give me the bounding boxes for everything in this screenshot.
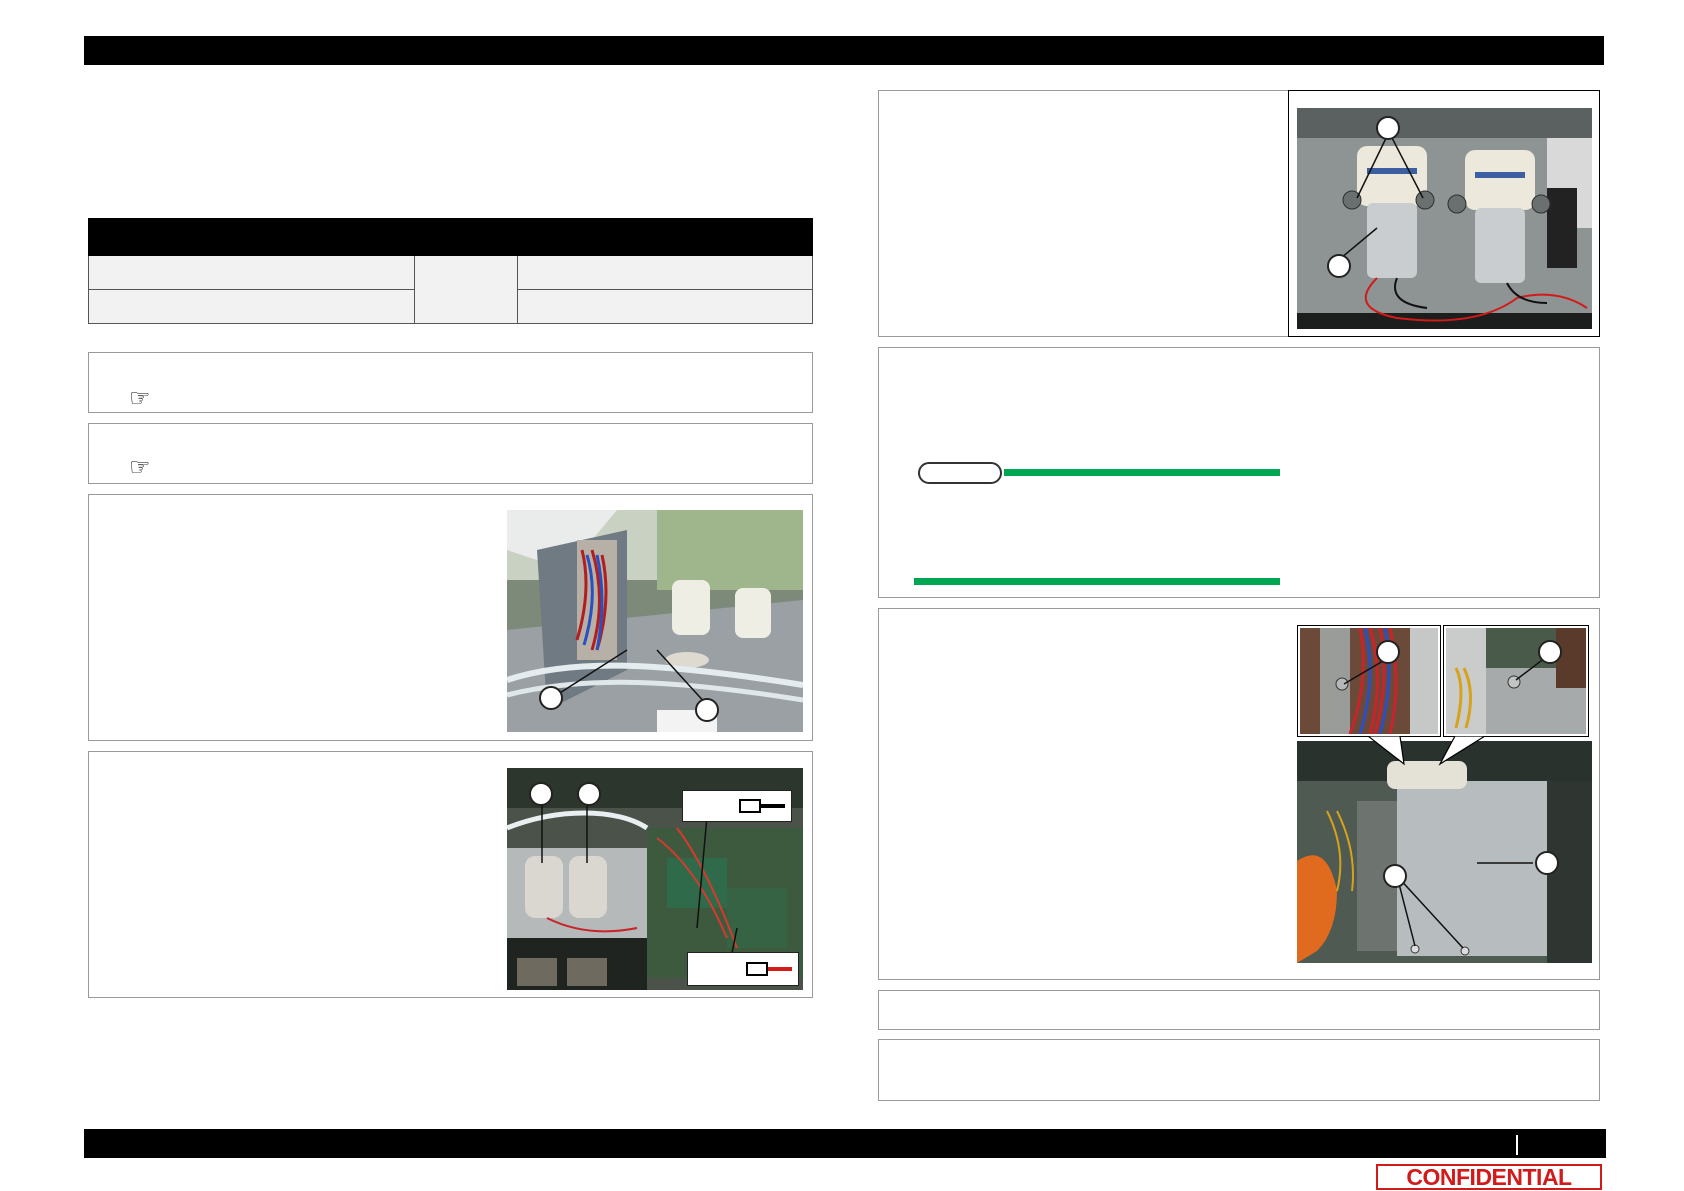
note-label-pill [918,462,1002,484]
note-top-line [1004,469,1280,476]
inset-photo-left-image [1300,628,1438,734]
callout-number-badge [1327,254,1351,278]
photo-pump-bracket [1297,741,1592,963]
callout-number-badge [1376,640,1400,664]
table-header-row [88,218,813,256]
photo-pump-cables [507,510,803,732]
table-header-cell [517,218,813,256]
table-cell-merged [414,255,518,324]
connector-callout-red [687,952,799,986]
callout-number-badge [1538,640,1562,664]
callout-number-badge [1376,116,1400,140]
callout-number-badge [529,782,553,806]
inset-photo-right [1446,628,1586,734]
inset-photo-right-image [1446,628,1586,734]
table-header-cell [414,218,518,256]
reference-box-1: ☞ [88,352,813,413]
callout-number-badge [577,782,601,806]
table-cell [517,289,813,324]
connector-plug-icon [746,962,768,976]
photo-pump-connectors [507,768,803,990]
photo-pumps-mounted-image [1297,108,1592,329]
connector-plug-icon [739,799,761,813]
header-bar [84,36,1604,65]
callout-number-badge [695,698,719,722]
note-bottom-line [914,578,1280,585]
parts-table [88,218,813,324]
callout-number-badge [1383,864,1407,888]
connector-callout-black [682,790,792,822]
table-cell [517,255,813,290]
inset-pointer-wedges [1367,736,1487,766]
confidential-stamp: CONFIDENTIAL [1376,1164,1602,1190]
callout-number-badge [1535,851,1559,875]
step-box-5 [878,990,1600,1030]
hand-pointer-icon: ☞ [129,385,151,412]
inset-photo-left [1300,628,1438,734]
table-header-cell [88,218,415,256]
step-box-3 [878,90,1290,337]
hand-pointer-icon: ☞ [129,454,151,481]
table-row [88,255,813,324]
footer-bar [84,1129,1606,1158]
table-cell [88,289,415,324]
connector-wire-icon [761,804,785,808]
footer-separator [1516,1135,1518,1155]
table-cell [88,255,415,290]
connector-wire-icon [768,967,792,971]
reference-box-2: ☞ [88,423,813,484]
callout-number-badge [539,686,563,710]
photo-pumps-mounted [1297,108,1592,329]
step-box-6 [878,1039,1600,1101]
